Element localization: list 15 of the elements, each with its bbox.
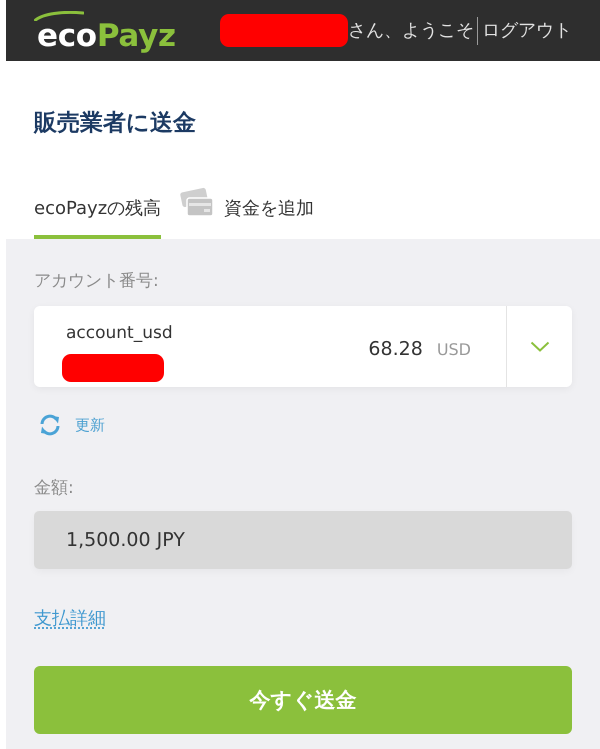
logout-link[interactable]: ログアウト: [482, 18, 572, 44]
logo-text: ecoPayz: [37, 20, 176, 52]
account-name: account_usd: [66, 322, 173, 345]
balance-amount: 68.28: [368, 337, 423, 362]
refresh-icon: [38, 413, 62, 437]
chevron-down-icon: [530, 341, 550, 352]
tab[interactable]: 資金を追加: [180, 186, 314, 239]
field-label: 金額:: [34, 477, 75, 500]
balance-currency: USD: [436, 340, 471, 359]
cards-icon: [180, 186, 214, 216]
account-dropdown[interactable]: account_usd 68.28 USD: [34, 306, 572, 387]
field-label: アカウント番号:: [34, 270, 160, 293]
swoosh-icon: [34, 10, 84, 20]
page-title: 販売業者に送金: [34, 109, 197, 138]
welcome-text: さん、ようこそ: [348, 18, 474, 42]
